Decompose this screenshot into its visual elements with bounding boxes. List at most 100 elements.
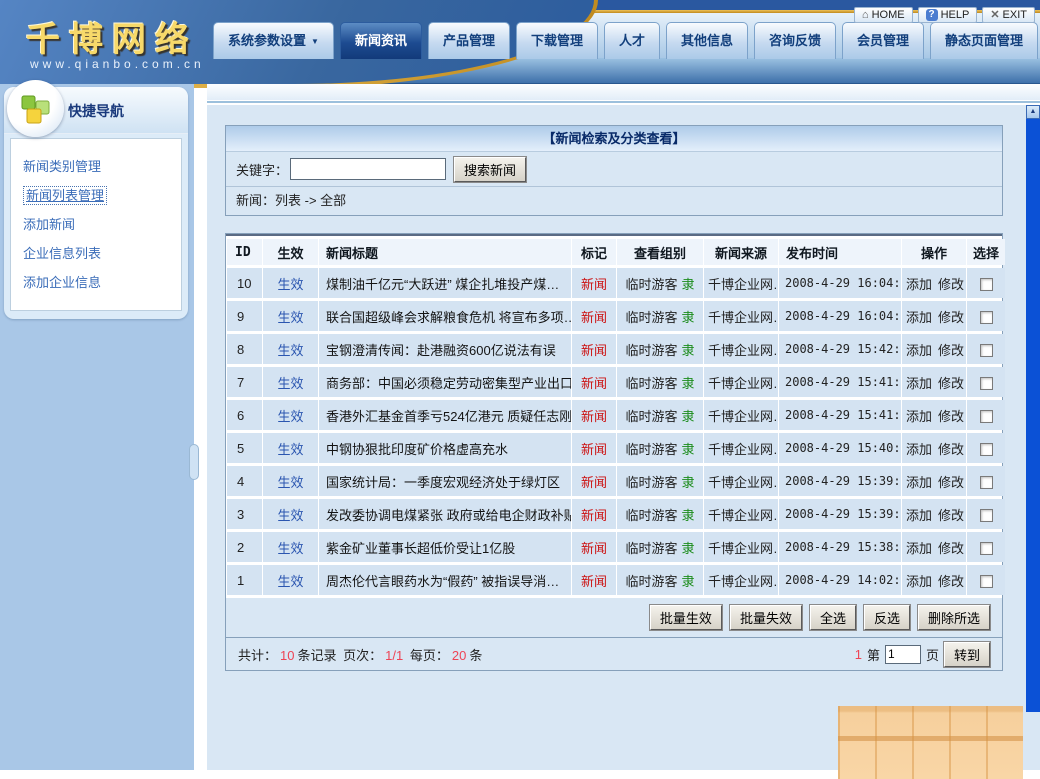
tab-feedback[interactable]: 咨询反馈: [754, 22, 836, 59]
cell-id: 8: [227, 334, 262, 364]
group-mark: 隶: [682, 376, 695, 391]
action-add-link[interactable]: 添加: [906, 574, 932, 589]
sidebar-item-news-category-mgmt[interactable]: 新闻类别管理: [11, 151, 181, 180]
action-edit-link[interactable]: 修改: [938, 343, 964, 358]
status-link[interactable]: 生效: [277, 409, 303, 424]
toplink-help[interactable]: ?HELP: [918, 7, 978, 23]
delete-selected-button[interactable]: 删除所选: [918, 605, 990, 630]
toplink-home[interactable]: ⌂HOME: [854, 7, 913, 23]
sidebar-splitter-grip[interactable]: [189, 444, 199, 480]
row-checkbox[interactable]: [980, 575, 993, 588]
action-edit-link[interactable]: 修改: [938, 409, 964, 424]
page-suffix: 页: [926, 645, 939, 664]
scroll-up-icon[interactable]: ▲: [1026, 105, 1040, 119]
batch-disable-button[interactable]: 批量失效: [730, 605, 802, 630]
column-header: 标记: [572, 239, 616, 265]
news-table-wrap: ID生效新闻标题标记查看组别新闻来源发布时间操作选择 10生效煤制油千亿元“大跃…: [226, 234, 1002, 598]
cell-status: 生效: [263, 334, 318, 364]
cell-publish-time: 2008-4-29 16:04:46: [779, 268, 901, 298]
cell-id: 6: [227, 400, 262, 430]
status-link[interactable]: 生效: [277, 376, 303, 391]
action-edit-link[interactable]: 修改: [938, 508, 964, 523]
row-checkbox[interactable]: [980, 410, 993, 423]
go-button[interactable]: 转到: [944, 642, 990, 667]
action-add-link[interactable]: 添加: [906, 310, 932, 325]
action-edit-link[interactable]: 修改: [938, 376, 964, 391]
select-all-button[interactable]: 全选: [810, 605, 856, 630]
action-edit-link[interactable]: 修改: [938, 277, 964, 292]
batch-enable-button[interactable]: 批量生效: [650, 605, 722, 630]
toplink-label: HOME: [872, 9, 905, 21]
cell-group: 临时游客隶: [617, 367, 703, 397]
row-checkbox[interactable]: [980, 344, 993, 357]
tab-system-params[interactable]: 系统参数设置▼: [213, 22, 334, 59]
row-checkbox[interactable]: [980, 278, 993, 291]
status-link[interactable]: 生效: [277, 310, 303, 325]
action-add-link[interactable]: 添加: [906, 409, 932, 424]
cell-ops: 添加修改: [902, 400, 966, 430]
sidebar-item-company-info-list[interactable]: 企业信息列表: [11, 238, 181, 267]
status-link[interactable]: 生效: [277, 475, 303, 490]
status-link[interactable]: 生效: [277, 508, 303, 523]
cell-id: 4: [227, 466, 262, 496]
news-table-panel: ID生效新闻标题标记查看组别新闻来源发布时间操作选择 10生效煤制油千亿元“大跃…: [225, 233, 1003, 671]
action-edit-link[interactable]: 修改: [938, 442, 964, 457]
table-row: 10生效煤制油千亿元“大跃进” 煤企扎堆投产煤…新闻临时游客隶千博企业网…200…: [227, 268, 1005, 298]
tab-label: 静态页面管理: [945, 33, 1023, 48]
cell-id: 9: [227, 301, 262, 331]
cell-id: 2: [227, 532, 262, 562]
row-checkbox[interactable]: [980, 542, 993, 555]
action-edit-link[interactable]: 修改: [938, 475, 964, 490]
toplink-exit[interactable]: ✕EXIT: [982, 7, 1035, 23]
action-add-link[interactable]: 添加: [906, 376, 932, 391]
table-footer: 共计：10条记录 页次：1/1 每页：20条 1 第 页 转到: [226, 637, 1002, 670]
stats-pages: 1/1: [385, 648, 403, 663]
cell-publish-time: 2008-4-29 15:41:58: [779, 367, 901, 397]
row-checkbox[interactable]: [980, 476, 993, 489]
action-add-link[interactable]: 添加: [906, 508, 932, 523]
search-news-button[interactable]: 搜索新闻: [454, 157, 526, 182]
group-mark: 隶: [682, 508, 695, 523]
sidebar-item-add-company-info[interactable]: 添加企业信息: [11, 267, 181, 296]
status-link[interactable]: 生效: [277, 574, 303, 589]
row-checkbox[interactable]: [980, 509, 993, 522]
status-link[interactable]: 生效: [277, 541, 303, 556]
tab-members[interactable]: 会员管理: [842, 22, 924, 59]
invert-selection-button[interactable]: 反选: [864, 605, 910, 630]
action-add-link[interactable]: 添加: [906, 541, 932, 556]
sidebar-item-news-list-mgmt[interactable]: 新闻列表管理: [11, 180, 181, 209]
cell-source: 千博企业网…: [704, 367, 778, 397]
cell-news-title: 紫金矿业董事长超低价受让1亿股: [319, 532, 571, 562]
sidebar-item-add-news[interactable]: 添加新闻: [11, 209, 181, 238]
tab-static-pages[interactable]: 静态页面管理: [930, 22, 1038, 59]
action-add-link[interactable]: 添加: [906, 442, 932, 457]
page-input[interactable]: [885, 645, 921, 664]
action-edit-link[interactable]: 修改: [938, 574, 964, 589]
status-link[interactable]: 生效: [277, 442, 303, 457]
row-checkbox[interactable]: [980, 377, 993, 390]
scrollbar-track[interactable]: [1026, 119, 1040, 712]
action-edit-link[interactable]: 修改: [938, 310, 964, 325]
tab-hr[interactable]: 人才: [604, 22, 660, 59]
row-checkbox[interactable]: [980, 311, 993, 324]
tab-downloads[interactable]: 下载管理: [516, 22, 598, 59]
row-checkbox[interactable]: [980, 443, 993, 456]
batch-buttons: 批量生效批量失效全选反选删除所选: [226, 598, 1002, 637]
cell-id: 1: [227, 565, 262, 595]
cell-news-title: 发改委协调电煤紧张 政府或给电企财政补贴: [319, 499, 571, 529]
action-add-link[interactable]: 添加: [906, 277, 932, 292]
tab-products[interactable]: 产品管理: [428, 22, 510, 59]
table-row: 9生效联合国超级峰会求解粮食危机 将宣布多项…新闻临时游客隶千博企业网…2008…: [227, 301, 1005, 331]
tab-other-info[interactable]: 其他信息: [666, 22, 748, 59]
tab-news[interactable]: 新闻资讯: [340, 22, 422, 59]
quicknav-menu: 新闻类别管理新闻列表管理添加新闻企业信息列表添加企业信息: [10, 138, 182, 311]
keyword-input[interactable]: [290, 158, 446, 180]
action-edit-link[interactable]: 修改: [938, 541, 964, 556]
group-label: 临时游客: [625, 343, 677, 358]
status-link[interactable]: 生效: [277, 343, 303, 358]
cell-status: 生效: [263, 268, 318, 298]
sidebar: 快捷导航 新闻类别管理新闻列表管理添加新闻企业信息列表添加企业信息: [0, 84, 194, 770]
action-add-link[interactable]: 添加: [906, 343, 932, 358]
status-link[interactable]: 生效: [277, 277, 303, 292]
action-add-link[interactable]: 添加: [906, 475, 932, 490]
